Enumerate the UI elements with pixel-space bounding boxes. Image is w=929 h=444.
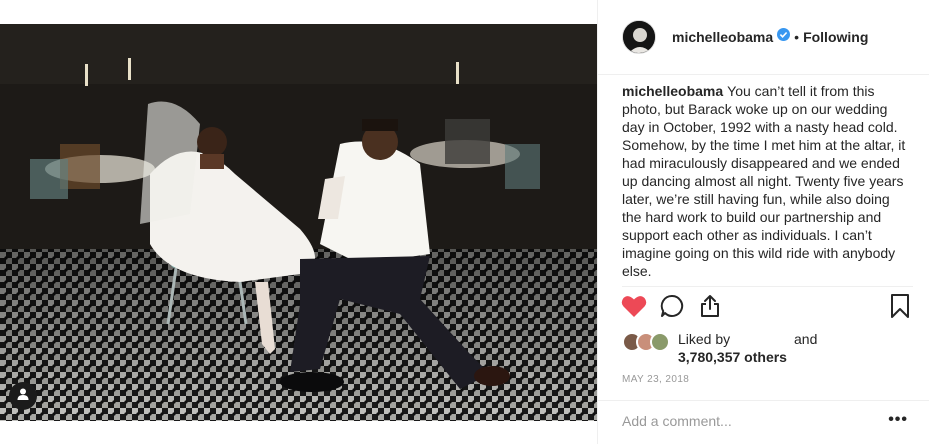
post-actions (620, 293, 920, 323)
liked-by-and: and (794, 331, 818, 347)
user-tag-button[interactable] (9, 382, 37, 410)
wedding-photo-image (0, 24, 597, 421)
comment-button[interactable] (658, 294, 686, 322)
heart-filled-icon (621, 294, 647, 323)
bookmark-icon (890, 293, 910, 323)
liked-by-avatars[interactable] (622, 332, 674, 354)
likes-summary: Liked by and 3,780,357 others (622, 330, 922, 370)
caption-username[interactable]: michelleobama (622, 83, 723, 99)
header-username[interactable]: michelleobama (672, 29, 773, 45)
post-date[interactable]: MAY 23, 2018 (622, 374, 689, 385)
avatar[interactable] (622, 20, 656, 54)
like-button[interactable] (620, 294, 648, 322)
following-button[interactable]: Following (803, 29, 868, 45)
share-button[interactable] (696, 294, 724, 322)
caption-text: You can’t tell it from this photo, but B… (622, 83, 906, 279)
photo-area (0, 0, 597, 444)
more-options-button[interactable]: ••• (888, 411, 908, 429)
actions-divider (622, 286, 913, 287)
comment-bar: ••• (598, 400, 929, 444)
post-header: michelleobama • Following (598, 0, 929, 75)
user-tag-icon (16, 387, 30, 406)
post-photo[interactable] (0, 24, 597, 421)
post-side-panel: michelleobama • Following michelleobama Y… (597, 0, 929, 444)
save-button[interactable] (886, 293, 914, 323)
verified-badge-icon (777, 28, 791, 46)
share-icon (698, 294, 722, 323)
comment-input[interactable] (622, 413, 872, 429)
post-caption: michelleobama You can’t tell it from this… (622, 82, 912, 280)
speech-bubble-icon (660, 294, 684, 323)
likes-count-link[interactable]: 3,780,357 others (678, 348, 787, 366)
avatar (650, 332, 670, 352)
liked-by-label: Liked by (678, 331, 731, 347)
header-separator: • (794, 29, 800, 45)
